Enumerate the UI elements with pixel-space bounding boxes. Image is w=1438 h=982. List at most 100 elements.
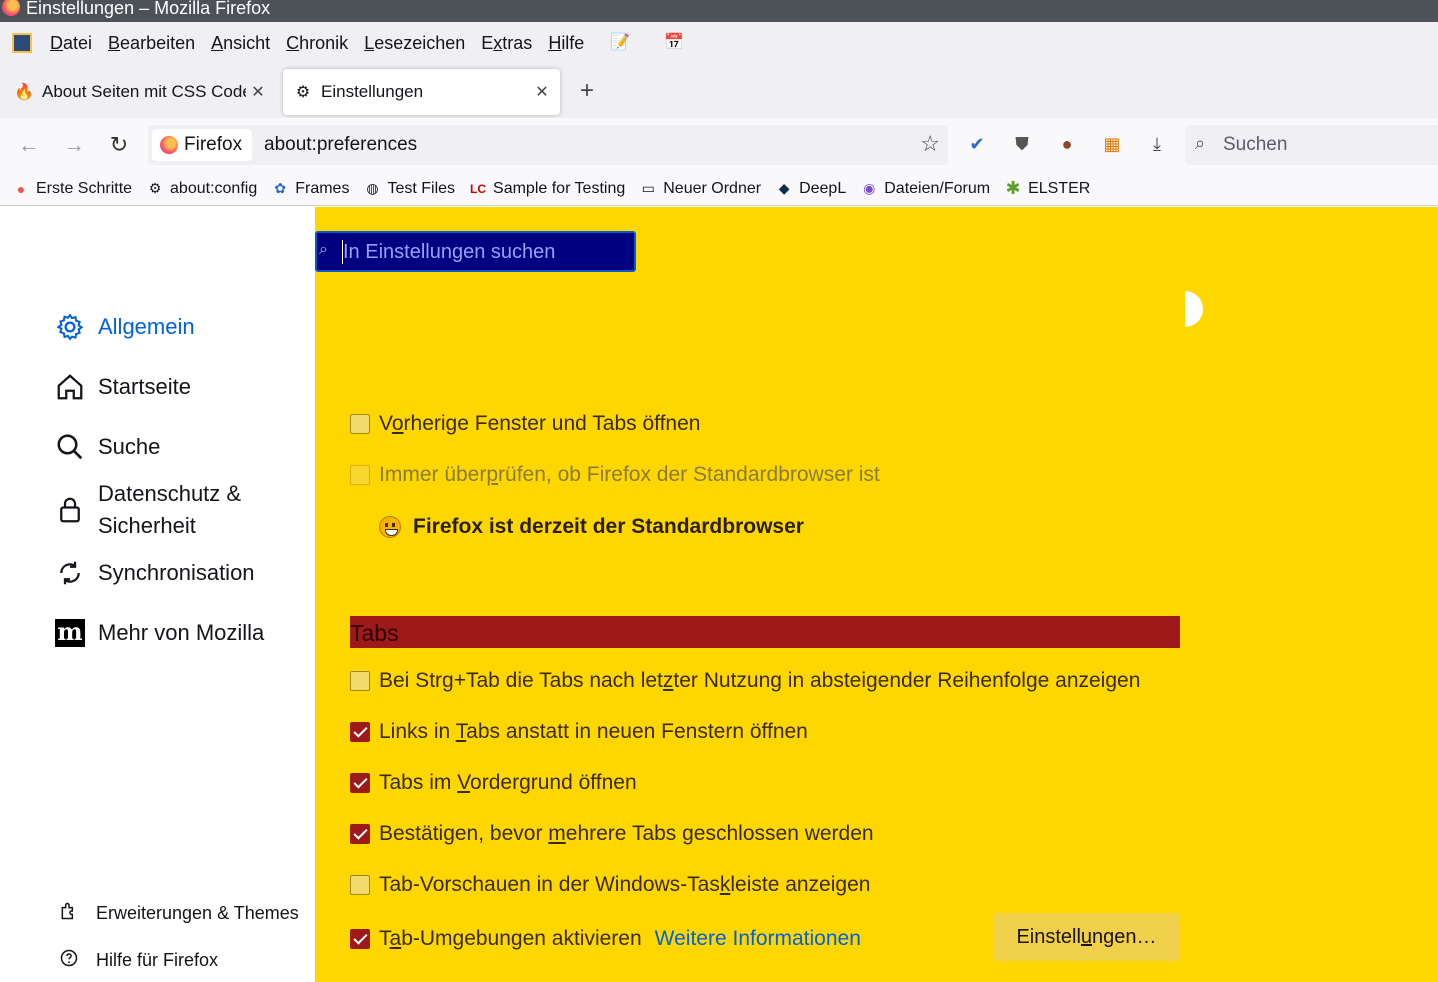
checkbox[interactable] [350, 414, 370, 434]
checkbox[interactable] [350, 824, 370, 844]
url-text[interactable]: about:preferences [264, 134, 417, 156]
category-suche[interactable]: Suche [54, 431, 160, 463]
button-label-part: ngen… [1092, 925, 1157, 948]
label-part: rherige Fenster und Tabs öffnen [403, 412, 701, 435]
bookmark-about-config[interactable]: ⚙ about:config [146, 180, 257, 198]
label-part: Immer über [379, 463, 487, 486]
preferences-search-input[interactable]: ⌕ In Einstellungen suchen [315, 231, 636, 272]
label-part: abs anstatt in neuen Fenstern öffnen [466, 720, 808, 743]
menu-extras[interactable]: Extras [481, 33, 532, 54]
label-part: V [379, 412, 392, 435]
checkbox[interactable] [350, 875, 370, 895]
extensions-label: Erweiterungen & Themes [96, 903, 299, 923]
ctrl-tab-option[interactable]: Bei Strg+Tab die Tabs nach letzter Nutzu… [350, 669, 1140, 693]
menu-bar: Datei Bearbeiten Ansicht Chronik Lesezei… [0, 22, 1438, 64]
identity-box[interactable]: Firefox [152, 129, 253, 161]
preferences-main: ⌕ In Einstellungen suchen Vorherige Fens… [315, 207, 1438, 982]
label-access-key: o [391, 412, 404, 435]
label-access-key: V [457, 771, 471, 794]
back-button[interactable]: ← [15, 131, 43, 159]
more-info-link[interactable]: Weitere Informationen [655, 927, 861, 951]
containers-option[interactable]: Tab-Umgebungen aktivieren Weitere Inform… [350, 927, 861, 951]
notepad-icon[interactable]: 📝 [610, 33, 630, 53]
sidebar-help-link[interactable]: Hilfe für Firefox [58, 948, 218, 973]
bookmark-dateien-forum[interactable]: ◉ Dateien/Forum [860, 180, 990, 198]
firefox-icon [160, 136, 178, 154]
option-label: Tab-Vorschauen in der Windows-Taskleiste… [379, 873, 870, 897]
reload-button[interactable]: ↻ [105, 131, 133, 159]
download-icon[interactable]: ⤓ [1145, 132, 1169, 156]
bookmark-label: Neuer Ordner [663, 179, 762, 197]
menu-ansicht[interactable]: Ansicht [211, 33, 270, 54]
tab-about-pages[interactable]: 🔥 About Seiten mit CSS Code ände ✕ [6, 69, 276, 115]
app-extension-icon[interactable] [12, 33, 32, 53]
close-icon[interactable]: ✕ [530, 82, 554, 102]
checkbox[interactable] [350, 929, 370, 949]
tabs-foreground-option[interactable]: Tabs im Vordergrund öffnen [350, 771, 637, 795]
category-datenschutz[interactable]: Datenschutz & Sicherheit [54, 478, 241, 542]
bookmark-deepl[interactable]: ◆ DeepL [775, 180, 847, 198]
bookmark-erste-schritte[interactable]: ● Erste Schritte [12, 180, 132, 198]
label-access-key: p [486, 463, 499, 486]
bookmark-elster[interactable]: ✱ ELSTER [1004, 178, 1091, 199]
calendar-icon[interactable]: 📅 [664, 33, 684, 53]
firefox-icon: ● [16, 180, 26, 197]
label-part: b-Umgebungen aktivieren [401, 927, 642, 950]
category-label: Mehr von Mozilla [98, 620, 265, 645]
help-icon [58, 948, 80, 973]
label-part: Tab-Vorschauen in der Windows-Tas [379, 873, 720, 896]
bookmark-star-icon[interactable]: ☆ [920, 131, 940, 157]
category-label: Suche [98, 434, 161, 459]
menu-datei[interactable]: Datei [50, 33, 92, 54]
close-icon[interactable]: ✕ [246, 82, 270, 102]
url-bar[interactable]: Firefox about:preferences ☆ [148, 125, 948, 165]
lc-icon: LC [470, 181, 487, 196]
sidebar-extensions-link[interactable]: Erweiterungen & Themes [58, 901, 299, 926]
menu-lesezeichen[interactable]: Lesezeichen [364, 33, 465, 54]
warn-close-multiple-option[interactable]: Bestätigen, bevor mehrere Tabs geschloss… [350, 822, 874, 846]
taskbar-previews-option[interactable]: Tab-Vorschauen in der Windows-Taskleiste… [350, 873, 870, 897]
category-label: Synchronisation [98, 560, 255, 585]
button-label-part: Einstell [1016, 925, 1081, 948]
label-part: Tabs im [379, 771, 458, 794]
option-label: Immer überprüfen, ob Firefox der Standar… [379, 463, 880, 487]
category-label: Startseite [98, 374, 191, 399]
forward-button[interactable]: → [60, 131, 88, 159]
category-label-line1: Datenschutz & [98, 481, 242, 506]
bookmarks-toolbar: ● Erste Schritte ⚙ about:config ✿ Frames ◍ T… [0, 172, 1438, 206]
option-label: Tabs im Vordergrund öffnen [379, 771, 637, 795]
search-bar[interactable]: ⌕ Suchen [1185, 125, 1438, 165]
category-startseite[interactable]: Startseite [54, 371, 191, 403]
label-access-key: a [389, 927, 402, 950]
label-access-key: k [719, 873, 731, 896]
mozilla-icon: m [54, 617, 86, 649]
category-mehr-von-mozilla[interactable]: m Mehr von Mozilla [54, 617, 264, 649]
menu-hilfe[interactable]: Hilfe [548, 33, 584, 54]
w3c-validator-icon[interactable]: ✔ [965, 132, 989, 156]
containers-settings-button[interactable]: Einstell u ngen… [993, 913, 1180, 961]
new-tab-button[interactable]: + [573, 76, 601, 106]
firefox-logo-icon [2, 0, 20, 16]
links-in-tabs-option[interactable]: Links in Tabs anstatt in neuen Fenstern … [350, 720, 808, 744]
bookmark-frames[interactable]: ✿ Frames [271, 180, 349, 198]
checkbox[interactable] [350, 722, 370, 742]
category-allgemein[interactable]: Allgemein [54, 311, 195, 343]
bookmark-sample-for-testing[interactable]: LC Sample for Testing [469, 180, 625, 198]
menu-bearbeiten[interactable]: Bearbeiten [108, 33, 195, 54]
checkbox[interactable] [350, 773, 370, 793]
bookmark-test-files[interactable]: ◍ Test Files [363, 180, 455, 198]
option-label: Vorherige Fenster und Tabs öffnen [379, 412, 700, 436]
cookie-icon[interactable]: ● [1055, 132, 1079, 156]
tab-einstellungen[interactable]: ⚙ Einstellungen ✕ [283, 69, 560, 115]
bookmark-label: Erste Schritte [36, 179, 133, 197]
identity-label: Firefox [184, 134, 243, 155]
category-synchronisation[interactable]: Synchronisation [54, 557, 255, 589]
ublock-icon[interactable]: ⛊ [1010, 132, 1034, 156]
restore-session-option[interactable]: Vorherige Fenster und Tabs öffnen [350, 412, 700, 436]
extension-icon[interactable]: ▦ [1100, 132, 1124, 156]
checkbox[interactable] [350, 671, 370, 691]
preferences-sidebar: Allgemein Startseite Suche Datenschutz &… [0, 207, 315, 982]
category-label: Allgemein [98, 314, 195, 339]
bookmark-neuer-ordner[interactable]: ▭ Neuer Ordner [639, 180, 761, 198]
menu-chronik[interactable]: Chronik [286, 33, 348, 54]
